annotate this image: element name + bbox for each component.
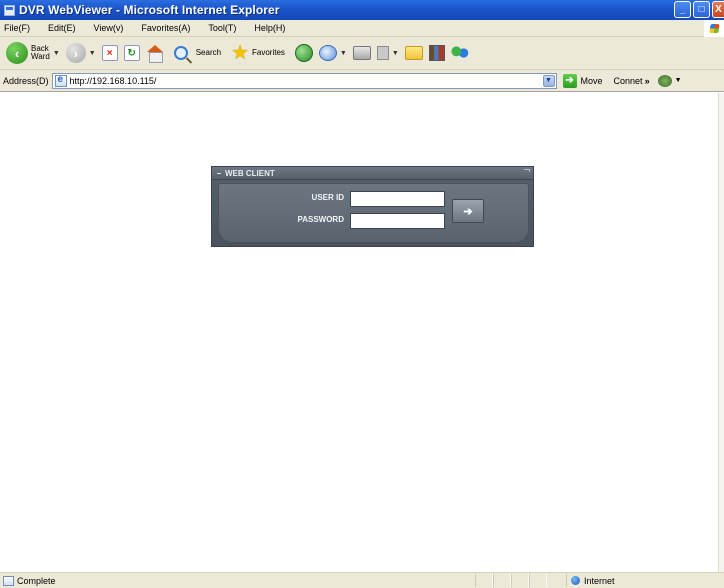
- media-icon: [294, 44, 313, 62]
- status-bar: Complete Internet: [0, 572, 724, 588]
- go-label: Move: [580, 75, 603, 86]
- messenger-button[interactable]: [448, 40, 472, 66]
- go-button[interactable]: ➔ Move: [562, 73, 603, 88]
- menu-tools[interactable]: Tool(T): [199, 23, 245, 33]
- back-button[interactable]: ‹ Back Ward ▼: [0, 40, 63, 66]
- home-button[interactable]: [143, 40, 167, 66]
- panel-header: WEB CLIENT: [212, 167, 533, 180]
- back-button-label: Back Ward: [31, 45, 50, 61]
- standard-toolbar: ‹ Back Ward ▼ › ▼ × ↻ Search ★ Favorites…: [0, 37, 724, 70]
- page-icon: [54, 74, 67, 87]
- search-icon: [173, 46, 188, 60]
- refresh-icon: ↻: [123, 45, 140, 61]
- address-bar: Address(D) http://192.168.10.115/ ▼ ➔ Mo…: [0, 70, 724, 92]
- mail-button[interactable]: ▼: [316, 40, 350, 66]
- toolbar-overflow-chevron[interactable]: »: [645, 76, 650, 86]
- refresh-button[interactable]: ↻: [121, 40, 143, 66]
- extension-icon[interactable]: [657, 74, 672, 87]
- address-input[interactable]: http://192.168.10.115/ ▼: [51, 72, 557, 89]
- close-button[interactable]: X: [712, 1, 724, 18]
- search-button[interactable]: Search: [171, 40, 224, 66]
- forward-button[interactable]: › ▼: [63, 40, 99, 66]
- media-button[interactable]: [292, 40, 316, 66]
- panel-corner-icon: [524, 169, 530, 172]
- stop-icon: ×: [101, 45, 118, 61]
- zone-label: Internet: [584, 575, 615, 586]
- menu-help[interactable]: Help(H): [245, 23, 294, 33]
- stop-button[interactable]: ×: [99, 40, 121, 66]
- page-content: [0, 93, 718, 572]
- user-id-label: USER ID: [311, 193, 344, 202]
- printer-icon: [352, 46, 371, 60]
- login-submit-button[interactable]: ➔: [452, 199, 484, 223]
- password-input[interactable]: [350, 213, 445, 229]
- password-label: PASSWORD: [297, 215, 344, 224]
- status-panels: [475, 574, 547, 587]
- folder-button[interactable]: [402, 40, 426, 66]
- status-text: Complete: [17, 575, 56, 586]
- messenger-icon: [450, 45, 469, 61]
- windows-logo-icon: [704, 20, 724, 37]
- menu-bar: File(F) Edit(E) View(v) Favorites(A) Too…: [0, 20, 724, 37]
- mail-dropdown-icon[interactable]: ▼: [340, 50, 347, 57]
- favorites-label: Favorites: [252, 48, 285, 57]
- edit-button[interactable]: ▼: [374, 40, 402, 66]
- window-controls: _ □ X: [674, 1, 724, 18]
- maximize-button[interactable]: □: [693, 1, 710, 18]
- minimize-button[interactable]: _: [674, 1, 691, 18]
- folder-icon: [404, 46, 423, 60]
- search-label: Search: [195, 48, 222, 57]
- address-label: Address(D): [3, 75, 49, 86]
- extension-dropdown-icon[interactable]: ▼: [675, 77, 682, 84]
- back-arrow-icon: ‹: [6, 42, 28, 64]
- print-button[interactable]: [350, 40, 374, 66]
- security-zone[interactable]: Internet: [566, 574, 724, 587]
- login-form: USER ID PASSWORD ➔: [218, 183, 529, 243]
- go-arrow-icon: ➔: [562, 73, 577, 88]
- favorites-button[interactable]: ★ Favorites: [228, 40, 288, 66]
- panel-title: WEB CLIENT: [225, 168, 275, 178]
- status-panel: [511, 574, 529, 587]
- internet-globe-icon: [571, 576, 580, 585]
- back-label-line2: Ward: [31, 52, 50, 61]
- address-dropdown-icon[interactable]: ▼: [542, 74, 555, 87]
- menu-edit[interactable]: Edit(E): [39, 23, 85, 33]
- home-icon: [146, 45, 164, 63]
- research-button[interactable]: [426, 40, 448, 66]
- web-client-login-panel: WEB CLIENT USER ID PASSWORD ➔: [211, 166, 534, 247]
- forward-arrow-icon: ›: [65, 43, 86, 63]
- links-connect[interactable]: Connet: [614, 76, 643, 86]
- status-panel: [529, 574, 547, 587]
- status-page-icon: [3, 575, 14, 586]
- forward-dropdown-icon[interactable]: ▼: [89, 50, 96, 57]
- mail-icon: [318, 45, 337, 61]
- edit-dropdown-icon[interactable]: ▼: [392, 50, 399, 57]
- panel-header-dash-icon: [217, 172, 221, 174]
- edit-page-icon: [376, 46, 389, 60]
- address-url[interactable]: http://192.168.10.115/: [70, 76, 157, 86]
- menu-view[interactable]: View(v): [85, 23, 133, 33]
- menu-file[interactable]: File(F): [0, 23, 39, 33]
- vertical-scrollbar[interactable]: [718, 93, 724, 572]
- menu-favorites[interactable]: Favorites(A): [132, 23, 199, 33]
- arrow-right-icon: ➔: [463, 205, 473, 218]
- back-dropdown-icon[interactable]: ▼: [53, 50, 60, 57]
- title-bar[interactable]: DVR WebViewer - Microsoft Internet Explo…: [0, 0, 724, 20]
- research-books-icon: [428, 45, 445, 61]
- favorites-star-icon: ★: [231, 42, 249, 64]
- status-panel: [475, 574, 493, 587]
- status-panel: [493, 574, 511, 587]
- user-id-input[interactable]: [350, 191, 445, 207]
- ie-window-icon[interactable]: [4, 4, 15, 16]
- window-title: DVR WebViewer - Microsoft Internet Explo…: [19, 3, 280, 17]
